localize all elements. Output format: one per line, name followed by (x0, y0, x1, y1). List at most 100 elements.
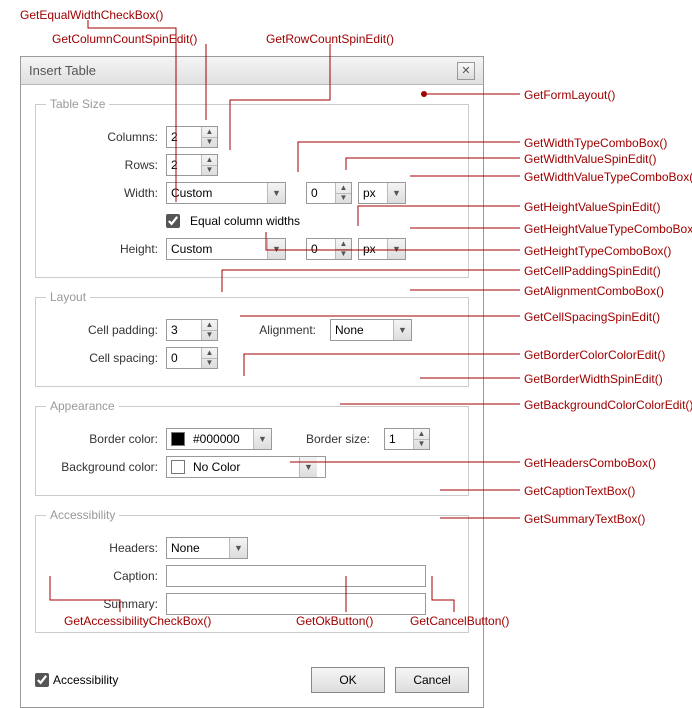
callout-height-value-type: GetHeightValueTypeComboBox() (524, 222, 692, 236)
cell-spacing-input[interactable] (167, 348, 201, 368)
cell-padding-label: Cell padding: (46, 323, 166, 337)
summary-textbox[interactable] (166, 593, 426, 615)
chevron-down-icon[interactable]: ▼ (393, 320, 411, 340)
border-width-spinedit[interactable]: ▲▼ (384, 428, 430, 450)
appearance-group: Appearance Border color: ▼ Border size: … (35, 399, 469, 496)
headers-label: Headers: (46, 541, 166, 555)
callout-accessibility-cb: GetAccessibilityCheckBox() (64, 614, 211, 628)
border-color-coloredit[interactable]: ▼ (166, 428, 272, 450)
spin-down-icon[interactable]: ▼ (202, 359, 217, 369)
width-unit-input[interactable] (359, 186, 387, 200)
height-type-combobox[interactable]: ▼ (166, 238, 286, 260)
border-color-input[interactable] (189, 432, 253, 446)
callout-caption: GetCaptionTextBox() (524, 484, 635, 498)
chevron-down-icon[interactable]: ▼ (299, 457, 317, 477)
headers-combobox[interactable]: ▼ (166, 537, 248, 559)
alignment-label: Alignment: (244, 323, 324, 337)
ok-button[interactable]: OK (311, 667, 385, 693)
spin-up-icon[interactable]: ▲ (202, 127, 217, 138)
callout-form-layout: GetFormLayout() (524, 88, 615, 102)
callout-width-value: GetWidthValueSpinEdit() (524, 152, 657, 166)
dialog-footer: Accessibility OK Cancel (21, 659, 483, 707)
spin-up-icon[interactable]: ▲ (336, 239, 351, 250)
alignment-input[interactable] (331, 323, 393, 337)
callout-height-type: GetHeightTypeComboBox() (524, 244, 671, 258)
chevron-down-icon[interactable]: ▼ (253, 429, 271, 449)
callout-column-spin: GetColumnCountSpinEdit() (52, 32, 197, 46)
row-count-input[interactable] (167, 155, 201, 175)
spin-up-icon[interactable]: ▲ (336, 183, 351, 194)
spin-down-icon[interactable]: ▼ (202, 138, 217, 148)
height-type-input[interactable] (167, 242, 267, 256)
height-label: Height: (46, 242, 166, 256)
width-value-input[interactable] (307, 183, 335, 203)
row-count-spinedit[interactable]: ▲▼ (166, 154, 218, 176)
caption-textbox[interactable] (166, 565, 426, 587)
titlebar: Insert Table ✕ (21, 57, 483, 85)
alignment-combobox[interactable]: ▼ (330, 319, 412, 341)
column-count-input[interactable] (167, 127, 201, 147)
chevron-down-icon[interactable]: ▼ (387, 239, 405, 259)
chevron-down-icon[interactable]: ▼ (387, 183, 405, 203)
cancel-button[interactable]: Cancel (395, 667, 469, 693)
spin-up-icon[interactable]: ▲ (202, 320, 217, 331)
border-size-label: Border size: (290, 432, 378, 446)
bg-color-swatch-icon (171, 460, 185, 474)
form-layout: Table Size Columns: ▲▼ Rows: ▲▼ (21, 85, 483, 659)
spin-down-icon[interactable]: ▼ (336, 250, 351, 260)
spin-up-icon[interactable]: ▲ (202, 155, 217, 166)
cell-padding-input[interactable] (167, 320, 201, 340)
callout-width-type: GetWidthTypeComboBox() (524, 136, 667, 150)
accessibility-legend: Accessibility (46, 508, 119, 522)
width-type-combobox[interactable]: ▼ (166, 182, 286, 204)
width-type-input[interactable] (167, 186, 267, 200)
spin-up-icon[interactable]: ▲ (202, 348, 217, 359)
width-value-spinedit[interactable]: ▲▼ (306, 182, 352, 204)
caption-label: Caption: (46, 569, 166, 583)
equal-width-checkbox[interactable] (166, 214, 180, 228)
insert-table-dialog: Insert Table ✕ Table Size Columns: ▲▼ Ro… (20, 56, 484, 708)
callout-equal-width: GetEqualWidthCheckBox() (20, 8, 163, 22)
spin-down-icon[interactable]: ▼ (414, 440, 429, 450)
equal-width-label: Equal column widths (190, 214, 300, 228)
dialog-title: Insert Table (29, 63, 457, 78)
bg-color-input[interactable] (189, 460, 299, 474)
chevron-down-icon[interactable]: ▼ (267, 183, 285, 203)
background-color-coloredit[interactable]: ▼ (166, 456, 326, 478)
height-unit-input[interactable] (359, 242, 387, 256)
close-icon[interactable]: ✕ (457, 62, 475, 80)
width-value-type-combobox[interactable]: ▼ (358, 182, 406, 204)
spin-up-icon[interactable]: ▲ (414, 429, 429, 440)
callout-ok: GetOkButton() (296, 614, 373, 628)
border-color-swatch-icon (171, 432, 185, 446)
callout-height-value: GetHeightValueSpinEdit() (524, 200, 661, 214)
accessibility-checkbox[interactable] (35, 673, 49, 687)
height-value-type-combobox[interactable]: ▼ (358, 238, 406, 260)
summary-label: Summary: (46, 597, 166, 611)
height-value-input[interactable] (307, 239, 335, 259)
layout-group: Layout Cell padding: ▲▼ Alignment: ▼ Cel… (35, 290, 469, 387)
rows-label: Rows: (46, 158, 166, 172)
column-count-spinedit[interactable]: ▲▼ (166, 126, 218, 148)
chevron-down-icon[interactable]: ▼ (267, 239, 285, 259)
columns-label: Columns: (46, 130, 166, 144)
height-value-spinedit[interactable]: ▲▼ (306, 238, 352, 260)
spin-down-icon[interactable]: ▼ (336, 194, 351, 204)
table-size-group: Table Size Columns: ▲▼ Rows: ▲▼ (35, 97, 469, 278)
spin-down-icon[interactable]: ▼ (202, 166, 217, 176)
callout-row-spin: GetRowCountSpinEdit() (266, 32, 394, 46)
spin-down-icon[interactable]: ▼ (202, 331, 217, 341)
headers-input[interactable] (167, 541, 229, 555)
border-color-label: Border color: (46, 432, 166, 446)
cell-padding-spinedit[interactable]: ▲▼ (166, 319, 218, 341)
callout-width-value-type: GetWidthValueTypeComboBox() (524, 170, 692, 184)
border-size-input[interactable] (385, 429, 413, 449)
appearance-legend: Appearance (46, 399, 119, 413)
callout-cancel: GetCancelButton() (410, 614, 509, 628)
cell-spacing-spinedit[interactable]: ▲▼ (166, 347, 218, 369)
chevron-down-icon[interactable]: ▼ (229, 538, 247, 558)
callout-border-color: GetBorderColorColorEdit() (524, 348, 665, 362)
width-label: Width: (46, 186, 166, 200)
callout-border-width: GetBorderWidthSpinEdit() (524, 372, 663, 386)
callout-cell-spacing: GetCellSpacingSpinEdit() (524, 310, 660, 324)
